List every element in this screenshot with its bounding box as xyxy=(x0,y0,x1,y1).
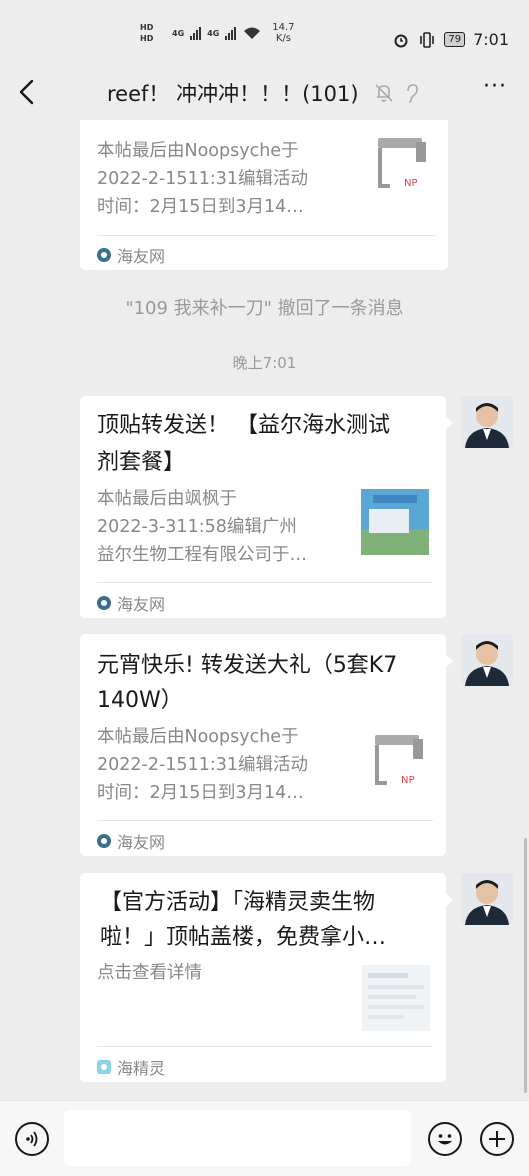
card-title-line: 顶贴转发送！ 【益尔海水测试 xyxy=(97,413,390,438)
building-image xyxy=(361,489,429,555)
haijingling-logo-icon xyxy=(97,1060,111,1074)
card-desc-line: 本帖最后由Noopsyche于 xyxy=(97,727,299,747)
card-desc-line: 益尔生物工程有限公司于… xyxy=(97,545,307,565)
card-title-line: 【官方活动】「海精灵卖生物 xyxy=(100,890,376,915)
card-desc-line: 2022-2-1511:31编辑活动 xyxy=(97,755,308,775)
card-divider xyxy=(97,582,433,583)
card-source-name: 海友网 xyxy=(117,247,166,266)
plus-button[interactable] xyxy=(480,1122,514,1156)
card-divider xyxy=(97,1046,433,1047)
signal-icon-2 xyxy=(225,26,237,40)
avatar[interactable] xyxy=(461,396,513,448)
haiyou-logo-icon xyxy=(97,834,111,848)
hd-label-2: HD xyxy=(140,34,154,43)
card-source-name: 海精灵 xyxy=(117,1059,166,1078)
card-desc-line: 本帖最后由Noopsyche于 xyxy=(97,141,299,161)
link-card[interactable]: 本帖最后由Noopsyche于 2022-2-1511:31编辑活动 时间：2月… xyxy=(80,120,448,270)
card-title-line: 剂套餐】 xyxy=(97,450,186,475)
card-title-line: 啦！」顶帖盖楼，免费拿小… xyxy=(100,925,387,950)
card-desc-line: 2022-2-1511:31编辑活动 xyxy=(97,169,308,189)
vibrate-icon xyxy=(420,31,435,48)
card-source-name: 海友网 xyxy=(117,595,166,614)
card-source: 海友网 xyxy=(97,591,165,615)
signal-icon xyxy=(190,26,202,40)
card-source-name: 海友网 xyxy=(117,833,166,852)
timestamp: 晚上7:01 xyxy=(232,354,297,372)
sim-indicators: HD HD xyxy=(140,22,166,44)
chat-area[interactable]: 本帖最后由Noopsyche于 2022-2-1511:31编辑活动 时间：2月… xyxy=(0,120,529,1100)
card-desc-line: 时间：2月15日到3月14… xyxy=(97,783,304,803)
card-title-line: 元宵快乐! 转发送大礼（5套K7 xyxy=(97,653,398,678)
message-input[interactable] xyxy=(64,1110,411,1166)
avatar[interactable] xyxy=(461,873,513,925)
voice-button[interactable] xyxy=(15,1122,49,1156)
emoji-button[interactable] xyxy=(428,1122,462,1156)
lamp-product-image: NP xyxy=(375,735,423,786)
earpiece-icon xyxy=(407,84,418,103)
back-chevron-icon[interactable] xyxy=(14,78,40,106)
bubble-tail xyxy=(445,416,453,430)
svg-text:NP: NP xyxy=(404,178,418,189)
card-source: 海友网 xyxy=(97,243,165,267)
card-desc-line: 2022-3-311:58编辑广州 xyxy=(97,517,297,537)
blurred-image xyxy=(362,965,430,1031)
card-title-line: 140W） xyxy=(97,688,183,713)
network-speed: 14.7 K/s xyxy=(272,22,294,44)
wifi-icon xyxy=(244,27,261,39)
avatar-image xyxy=(461,396,513,448)
status-right: 79 7:01 xyxy=(392,30,509,49)
link-card[interactable]: 顶贴转发送！ 【益尔海水测试 剂套餐】 本帖最后由飒枫于 2022-3-311:… xyxy=(80,396,446,618)
speed-value: 14.7 xyxy=(272,22,295,33)
card-desc-line: 本帖最后由飒枫于 xyxy=(97,489,237,509)
lamp-product-image: NP xyxy=(378,138,426,189)
network-label-2: 4G xyxy=(207,28,220,38)
bell-off-icon xyxy=(375,84,393,102)
battery-icon: 79 xyxy=(444,32,466,47)
voice-icon xyxy=(26,1131,38,1147)
avatar-image xyxy=(461,873,513,925)
link-card[interactable]: 元宵快乐! 转发送大礼（5套K7 140W） 本帖最后由Noopsyche于 2… xyxy=(80,634,446,856)
header-status-icons xyxy=(373,82,423,104)
card-divider xyxy=(97,820,433,821)
more-button[interactable]: ··· xyxy=(483,74,507,99)
card-desc-line: 时间：2月15日到3月14… xyxy=(97,197,304,217)
avatar[interactable] xyxy=(461,634,513,686)
chat-title: reef！ 冲冲冲！！！(101) xyxy=(107,82,359,106)
network-label-1: 4G xyxy=(172,28,185,38)
svg-text:NP: NP xyxy=(401,775,415,786)
card-source: 海精灵 xyxy=(97,1055,165,1079)
link-card[interactable]: 【官方活动】「海精灵卖生物 啦！」顶帖盖楼，免费拿小… 点击查看详情 海精灵 xyxy=(80,873,446,1082)
alarm-icon xyxy=(394,34,408,47)
status-left: HD HD 4G 4G 14.7 K/s xyxy=(140,22,295,44)
haiyou-logo-icon xyxy=(97,248,111,262)
emoji-icon xyxy=(438,1134,452,1145)
clock: 7:01 xyxy=(473,30,509,49)
scrollbar[interactable] xyxy=(524,838,527,1093)
chat-header: reef！ 冲冲冲！！！(101) ··· xyxy=(0,72,529,112)
status-bar: HD HD 4G 4G 14.7 K/s 79 7:01 xyxy=(0,0,529,72)
bubble-tail xyxy=(445,654,453,668)
avatar-image xyxy=(461,634,513,686)
card-source: 海友网 xyxy=(97,829,165,853)
haiyou-logo-icon xyxy=(97,596,111,610)
plus-icon xyxy=(489,1131,505,1147)
input-bar xyxy=(0,1100,529,1176)
speed-unit: K/s xyxy=(275,33,291,44)
card-desc-line: 点击查看详情 xyxy=(97,963,202,983)
bubble-tail xyxy=(445,893,453,907)
recall-notice: "109 我来补一刀" 撤回了一条消息 xyxy=(125,298,404,319)
hd-label-1: HD xyxy=(140,23,154,32)
card-divider xyxy=(97,235,435,236)
